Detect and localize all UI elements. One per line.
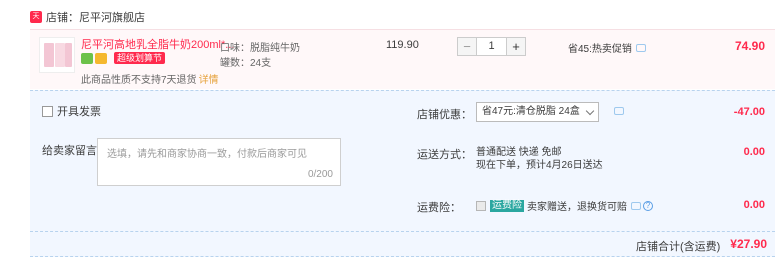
shipping-method: 普通配送 快递 免邮 现在下单，预计4月26日送达: [476, 146, 603, 172]
help-icon[interactable]: ?: [643, 200, 653, 211]
insurance-label: 运费险：: [417, 202, 461, 214]
invoice-label: 开具发票: [57, 106, 101, 118]
chat-icon[interactable]: [614, 107, 624, 115]
shop-summary: 店铺合计(含运费) ¥27.90: [30, 231, 775, 257]
shipping-amount: 0.00: [743, 146, 765, 158]
invoice-checkbox[interactable]: [42, 105, 53, 117]
return-policy-note: 此商品性质不支持7天退货 详情: [81, 71, 219, 86]
tmall-icon: 天猫: [30, 11, 42, 32]
discount-value: 省47元:清仓脱脂 24盒: [482, 106, 580, 117]
product-thumbnail[interactable]: [39, 37, 75, 73]
milk-carton-image: [65, 43, 72, 67]
order-options-panel: 开具发票 给卖家留言： 选填，请先和商家协商一致，付款后商家可见 0/200 店…: [30, 90, 775, 231]
shop-header: 天猫 店铺：尼平河旗舰店: [30, 9, 145, 32]
order-item-row: 尼平河高地乳全脂牛奶200ml*... 超级划算节 此商品性质不支持7天退货 详情…: [30, 29, 775, 89]
promo-badge: 超级划算节: [114, 52, 166, 64]
shipping-line-2: 现在下单，预计4月26日送达: [476, 160, 603, 171]
shipping-label: 运送方式：: [417, 149, 472, 161]
shipping-line-1: 普通配送 快递 免邮: [476, 147, 562, 158]
seller-message-field[interactable]: 选填，请先和商家协商一致，付款后商家可见 0/200: [97, 138, 341, 186]
promotion-text: 省45:热卖促销: [568, 44, 632, 55]
discount-amount: -47.00: [733, 106, 765, 118]
insurance-checkbox[interactable]: [476, 200, 486, 211]
service-icon: [81, 52, 93, 64]
chevron-down-icon: [585, 106, 595, 116]
shop-name[interactable]: 店铺：尼平河旗舰店: [46, 9, 145, 25]
return-details-link[interactable]: 详情: [199, 75, 219, 86]
return-note-text: 此商品性质不支持7天退货: [81, 75, 197, 86]
item-total: 74.90: [734, 39, 765, 53]
product-title[interactable]: 尼平河高地乳全脂牛奶200ml*...: [81, 36, 234, 52]
item-promotion: 省45:热卖促销: [568, 40, 646, 55]
card-icon: [95, 52, 107, 64]
increase-button[interactable]: +: [506, 37, 526, 56]
discount-label: 店铺优惠：: [417, 109, 472, 121]
discount-select[interactable]: 省47元:清仓脱脂 24盒: [476, 102, 599, 122]
quantity-stepper: − 1 +: [457, 37, 526, 56]
insurance-desc: 卖家赠送，退换货可赔: [527, 202, 627, 213]
message-char-count: 0/200: [307, 169, 333, 180]
insurance-amount: 0.00: [743, 199, 765, 211]
product-badges: 超级划算节: [81, 52, 166, 64]
chat-icon[interactable]: [631, 201, 641, 210]
attr-count: 罐数：24支: [220, 58, 272, 69]
summary-total: ¥27.90: [730, 237, 767, 251]
insurance-tag: 运费险: [490, 199, 524, 212]
invoice-option[interactable]: 开具发票: [42, 103, 101, 119]
milk-carton-image: [44, 43, 54, 67]
summary-label: 店铺合计(含运费): [636, 241, 721, 253]
message-placeholder: 选填，请先和商家协商一致，付款后商家可见: [107, 149, 307, 160]
attr-taste: 口味：脱脂纯牛奶: [220, 43, 300, 54]
chat-icon[interactable]: [635, 43, 646, 52]
milk-carton-image: [55, 43, 65, 67]
decrease-button[interactable]: −: [457, 37, 477, 56]
shipping-insurance: 运费险 卖家赠送，退换货可赔 ?: [476, 198, 653, 213]
unit-price: 119.90: [386, 39, 419, 51]
quantity-input[interactable]: 1: [477, 37, 506, 56]
